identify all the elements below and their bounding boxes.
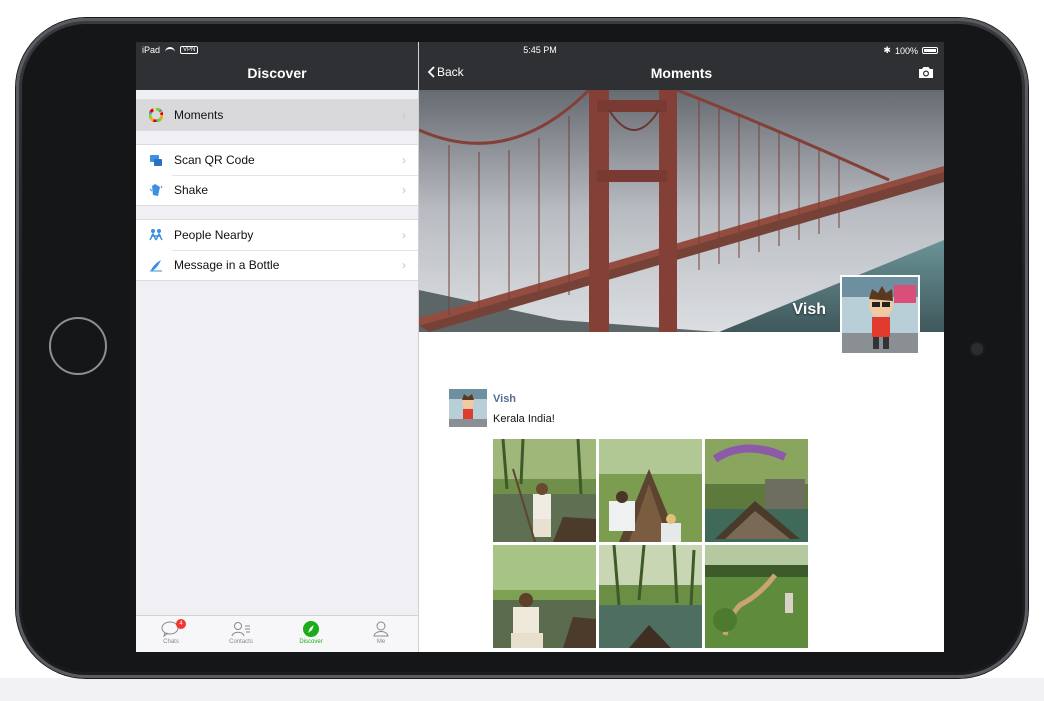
qr-code-icon xyxy=(148,152,164,168)
battery-percent: 100% xyxy=(894,45,918,56)
tab-contacts[interactable]: Contacts xyxy=(206,619,276,645)
menu-label-message-in-a-bottle: Message in a Bottle xyxy=(174,258,280,272)
post-avatar-image xyxy=(449,389,487,427)
post-author-avatar[interactable] xyxy=(449,389,487,427)
tab-label-contacts: Contacts xyxy=(229,639,253,645)
menu-group-moments: Moments › xyxy=(136,99,418,131)
menu-item-people-nearby[interactable]: People Nearby › xyxy=(136,220,418,250)
tab-me[interactable]: Me xyxy=(346,619,416,645)
photo-grid xyxy=(493,439,808,648)
compass-icon xyxy=(303,621,319,637)
chevron-right-icon: › xyxy=(402,183,406,197)
chevron-right-icon: › xyxy=(402,228,406,242)
cartoon-avatar-image xyxy=(842,277,918,353)
tab-chats[interactable]: 4 Chats xyxy=(136,619,206,645)
moments-panel: Back Moments Vish Vish Kerala India! xyxy=(419,42,944,652)
menu-label-people-nearby: People Nearby xyxy=(174,228,254,242)
front-camera xyxy=(971,343,983,355)
menu-label-moments: Moments xyxy=(174,108,224,122)
home-button[interactable] xyxy=(49,317,107,375)
screen: iPad VPN 5:45 PM ✱ 100% Discover Moments… xyxy=(136,42,944,652)
floor-shadow xyxy=(0,678,1044,701)
battery-icon xyxy=(922,47,938,54)
menu-label-scan-qr-code: Scan QR Code xyxy=(174,153,255,167)
post-photo[interactable] xyxy=(599,545,702,648)
status-time: 5:45 PM xyxy=(523,45,557,55)
status-bar: iPad VPN 5:45 PM ✱ 100% xyxy=(136,42,944,60)
menu-item-moments[interactable]: Moments › xyxy=(136,100,418,130)
menu-group-scan: Scan QR Code › Shake › xyxy=(136,144,418,206)
moments-icon xyxy=(148,107,164,123)
post-photo[interactable] xyxy=(493,545,596,648)
unread-badge: 4 xyxy=(176,619,186,629)
tab-bar: 4 Chats Contacts Discover Me xyxy=(136,615,418,652)
post-author-name[interactable]: Vish xyxy=(493,393,516,405)
menu-item-shake[interactable]: Shake › xyxy=(136,175,418,205)
shake-icon xyxy=(148,182,164,198)
tab-label-discover: Discover xyxy=(299,639,323,645)
boatman-photo xyxy=(493,439,596,542)
post-photo[interactable] xyxy=(599,439,702,542)
boatman-seated-photo xyxy=(493,545,596,648)
profile-avatar[interactable] xyxy=(840,275,920,355)
tab-discover[interactable]: Discover xyxy=(276,619,346,645)
camera-button[interactable] xyxy=(918,66,934,84)
discover-title: Discover xyxy=(247,65,307,81)
contacts-icon xyxy=(231,622,250,637)
tab-label-chats: Chats xyxy=(163,639,179,645)
menu-label-shake: Shake xyxy=(174,183,209,197)
people-nearby-icon xyxy=(148,227,164,243)
camera-icon xyxy=(919,67,933,78)
canoe-passengers-photo xyxy=(599,439,702,542)
discover-panel: Discover Moments › Scan QR Code › Shake … xyxy=(136,42,419,652)
chevron-right-icon: › xyxy=(402,108,406,122)
bluetooth-icon: ✱ xyxy=(883,45,891,55)
menu-group-nearby: People Nearby › Message in a Bottle › xyxy=(136,219,418,281)
bottle-icon xyxy=(148,257,164,273)
menu-item-scan-qr-code[interactable]: Scan QR Code › xyxy=(136,145,418,175)
menu-item-message-in-a-bottle[interactable]: Message in a Bottle › xyxy=(136,250,418,280)
post-photo[interactable] xyxy=(705,545,808,648)
cover-profile-name: Vish xyxy=(792,301,827,318)
chevron-right-icon: › xyxy=(402,153,406,167)
post-photo[interactable] xyxy=(705,439,808,542)
profile-icon xyxy=(373,621,389,637)
moments-title: Moments xyxy=(650,65,713,81)
post-photo[interactable] xyxy=(493,439,596,542)
tab-label-me: Me xyxy=(376,639,386,645)
palm-canal-photo xyxy=(599,545,702,648)
houseboat-photo xyxy=(705,439,808,542)
post-text: Kerala India! xyxy=(493,413,555,425)
chevron-right-icon: › xyxy=(402,258,406,272)
green-field-photo xyxy=(705,545,808,648)
